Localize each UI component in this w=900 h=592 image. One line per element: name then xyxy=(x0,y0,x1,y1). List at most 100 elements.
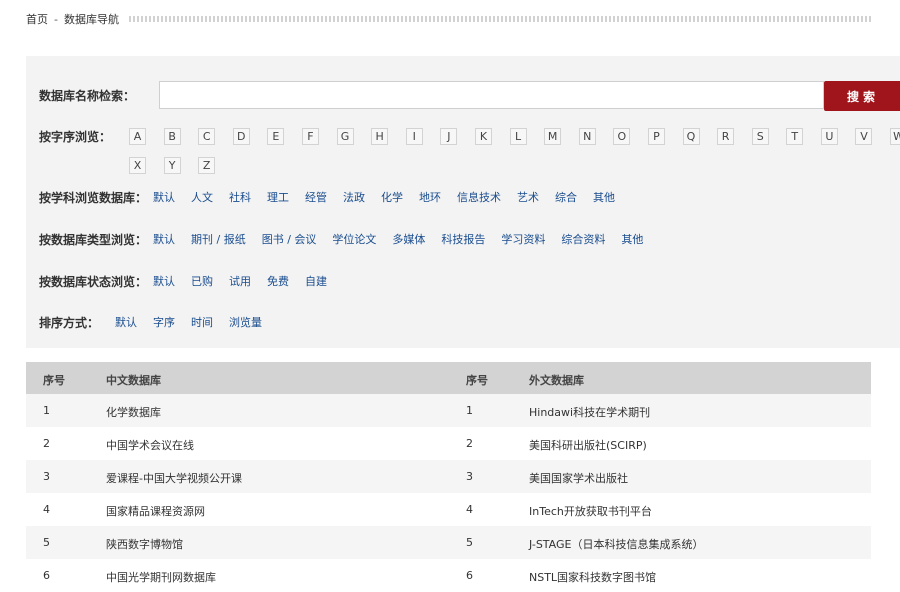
foreign-database-link[interactable]: InTech开放获取书刊平台 xyxy=(529,503,652,519)
db-status-option[interactable]: 免费 xyxy=(267,275,289,288)
alphabet-label: 按字序浏览： xyxy=(39,130,112,144)
db-type-option[interactable]: 学习资料 xyxy=(501,233,545,246)
header-cn-index: 序号 xyxy=(43,374,65,387)
cn-database-link[interactable]: 国家精品课程资源网 xyxy=(106,503,205,519)
alphabet-letter-r[interactable]: R xyxy=(717,128,735,145)
foreign-index: 2 xyxy=(466,437,473,450)
subject-option[interactable]: 艺术 xyxy=(517,191,539,204)
alphabet-letter-m[interactable]: M xyxy=(544,128,562,145)
db-type-label: 按数据库类型浏览： xyxy=(39,232,148,247)
cn-index: 6 xyxy=(43,569,50,582)
alphabet-letter-h[interactable]: H xyxy=(371,128,389,145)
subject-option[interactable]: 默认 xyxy=(153,191,175,204)
db-status-label: 按数据库状态浏览： xyxy=(39,274,148,289)
alphabet-letter-t[interactable]: T xyxy=(786,128,804,145)
cn-database-link[interactable]: 陕西数字博物馆 xyxy=(106,536,183,552)
alphabet-letter-f[interactable]: F xyxy=(301,128,319,145)
alphabet-letter-q[interactable]: Q xyxy=(682,128,700,145)
alphabet-letter-g[interactable]: G xyxy=(336,128,354,145)
db-status-option[interactable]: 试用 xyxy=(229,275,251,288)
alphabet-letter-y[interactable]: Y xyxy=(163,157,181,174)
db-status-option[interactable]: 自建 xyxy=(305,275,327,288)
foreign-index: 4 xyxy=(466,503,473,516)
search-label: 数据库名称检索： xyxy=(39,89,136,103)
cn-index: 4 xyxy=(43,503,50,516)
subject-option[interactable]: 信息技术 xyxy=(457,191,501,204)
alphabet-letter-z[interactable]: Z xyxy=(198,157,216,174)
alphabet-letter-s[interactable]: S xyxy=(751,128,769,145)
subject-option[interactable]: 其他 xyxy=(593,191,615,204)
breadcrumb-home-link[interactable]: 首页 xyxy=(26,11,48,27)
alphabet-letter-c[interactable]: C xyxy=(198,128,216,145)
cn-database-link[interactable]: 爱课程-中国大学视频公开课 xyxy=(106,470,242,486)
db-type-option-list: 默认 期刊 / 报纸 图书 / 会议 学位论文 多媒体 科技报告 学习资料 综合资料 其他 xyxy=(153,231,659,247)
db-status-option[interactable]: 已购 xyxy=(191,275,213,288)
foreign-database-link[interactable]: 美国国家学术出版社 xyxy=(529,470,628,486)
alphabet-letter-o[interactable]: O xyxy=(613,128,631,145)
breadcrumb-current: 数据库导航 xyxy=(63,13,119,26)
alphabet-letter-a[interactable]: A xyxy=(129,128,146,145)
subject-option[interactable]: 法政 xyxy=(343,191,365,204)
header-cn-database: 中文数据库 xyxy=(106,374,161,387)
cn-database-link[interactable]: 中国光学期刊网数据库 xyxy=(106,569,216,585)
alphabet-letter-n[interactable]: N xyxy=(578,128,596,145)
alphabet-letter-v[interactable]: V xyxy=(855,128,873,145)
foreign-database-link[interactable]: J-STAGE（日本科技信息集成系统） xyxy=(529,536,703,552)
cn-database-link[interactable]: 化学数据库 xyxy=(106,404,161,420)
subject-option[interactable]: 社科 xyxy=(229,191,251,204)
subject-option[interactable]: 理工 xyxy=(267,191,289,204)
foreign-database-link[interactable]: Hindawi科技在学术期刊 xyxy=(529,404,650,420)
subject-option[interactable]: 化学 xyxy=(381,191,403,204)
subject-option-list: 默认 人文 社科 理工 经管 法政 化学 地环 信息技术 艺术 综合 其他 xyxy=(153,189,631,205)
alphabet-letter-b[interactable]: B xyxy=(163,128,181,145)
alphabet-letter-e[interactable]: E xyxy=(267,128,285,145)
sort-option[interactable]: 时间 xyxy=(191,316,213,329)
subject-option[interactable]: 综合 xyxy=(555,191,577,204)
alphabet-letter-k[interactable]: K xyxy=(474,128,492,145)
db-type-option[interactable]: 科技报告 xyxy=(441,233,485,246)
sort-option[interactable]: 浏览量 xyxy=(229,316,262,329)
db-status-option[interactable]: 默认 xyxy=(153,275,175,288)
breadcrumb: 首页 - 数据库导航 xyxy=(26,10,872,28)
table-row: 2 中国学术会议在线 2 美国科研出版社(SCIRP) xyxy=(26,427,871,460)
db-type-option[interactable]: 其他 xyxy=(621,233,643,246)
subject-option[interactable]: 地环 xyxy=(419,191,441,204)
header-foreign-database: 外文数据库 xyxy=(529,374,584,387)
table-row: 6 中国光学期刊网数据库 6 NSTL国家科技数字图书馆 xyxy=(26,559,871,592)
alphabet-letter-u[interactable]: U xyxy=(820,128,838,145)
alphabet-letter-p[interactable]: P xyxy=(647,128,665,145)
cn-index: 3 xyxy=(43,470,50,483)
subject-option[interactable]: 经管 xyxy=(305,191,327,204)
foreign-index: 6 xyxy=(466,569,473,582)
alphabet-letter-d[interactable]: D xyxy=(232,128,250,145)
db-type-option[interactable]: 图书 / 会议 xyxy=(262,233,317,246)
database-name-search-input[interactable] xyxy=(159,81,824,109)
table-body: 1 化学数据库 1 Hindawi科技在学术期刊 2 中国学术会议在线 2 美国科研出版社(S… xyxy=(26,394,871,592)
sort-option[interactable]: 默认 xyxy=(115,316,137,329)
alphabet-letter-j[interactable]: J xyxy=(440,128,458,145)
db-type-option[interactable]: 多媒体 xyxy=(392,233,425,246)
table-row: 5 陕西数字博物馆 5 J-STAGE（日本科技信息集成系统） xyxy=(26,526,871,559)
foreign-database-link[interactable]: NSTL国家科技数字图书馆 xyxy=(529,569,656,585)
table-row: 3 爱课程-中国大学视频公开课 3 美国国家学术出版社 xyxy=(26,460,871,493)
db-type-option[interactable]: 学位论文 xyxy=(332,233,376,246)
header-foreign-index: 序号 xyxy=(466,374,488,387)
foreign-database-link[interactable]: 美国科研出版社(SCIRP) xyxy=(529,437,647,453)
foreign-index: 3 xyxy=(466,470,473,483)
sort-label: 排序方式： xyxy=(39,315,100,330)
subject-option[interactable]: 人文 xyxy=(191,191,213,204)
db-status-option-list: 默认 已购 试用 免费 自建 xyxy=(153,273,343,289)
sort-option[interactable]: 字序 xyxy=(153,316,175,329)
db-type-option[interactable]: 默认 xyxy=(153,233,175,246)
table-header: 序号 中文数据库 序号 外文数据库 xyxy=(26,362,871,394)
db-type-option[interactable]: 综合资料 xyxy=(561,233,605,246)
cn-database-link[interactable]: 中国学术会议在线 xyxy=(106,437,194,453)
sort-row: 排序方式： 默认 字序 时间 浏览量 xyxy=(39,313,278,331)
search-button[interactable]: 搜索 xyxy=(824,81,900,111)
alphabet-letter-w[interactable]: W xyxy=(890,128,900,145)
db-type-option[interactable]: 期刊 / 报纸 xyxy=(191,233,246,246)
alphabet-letter-l[interactable]: L xyxy=(509,128,527,145)
alphabet-letter-x[interactable]: X xyxy=(129,157,146,174)
alphabet-letter-i[interactable]: I xyxy=(405,128,423,145)
table-row: 4 国家精品课程资源网 4 InTech开放获取书刊平台 xyxy=(26,493,871,526)
